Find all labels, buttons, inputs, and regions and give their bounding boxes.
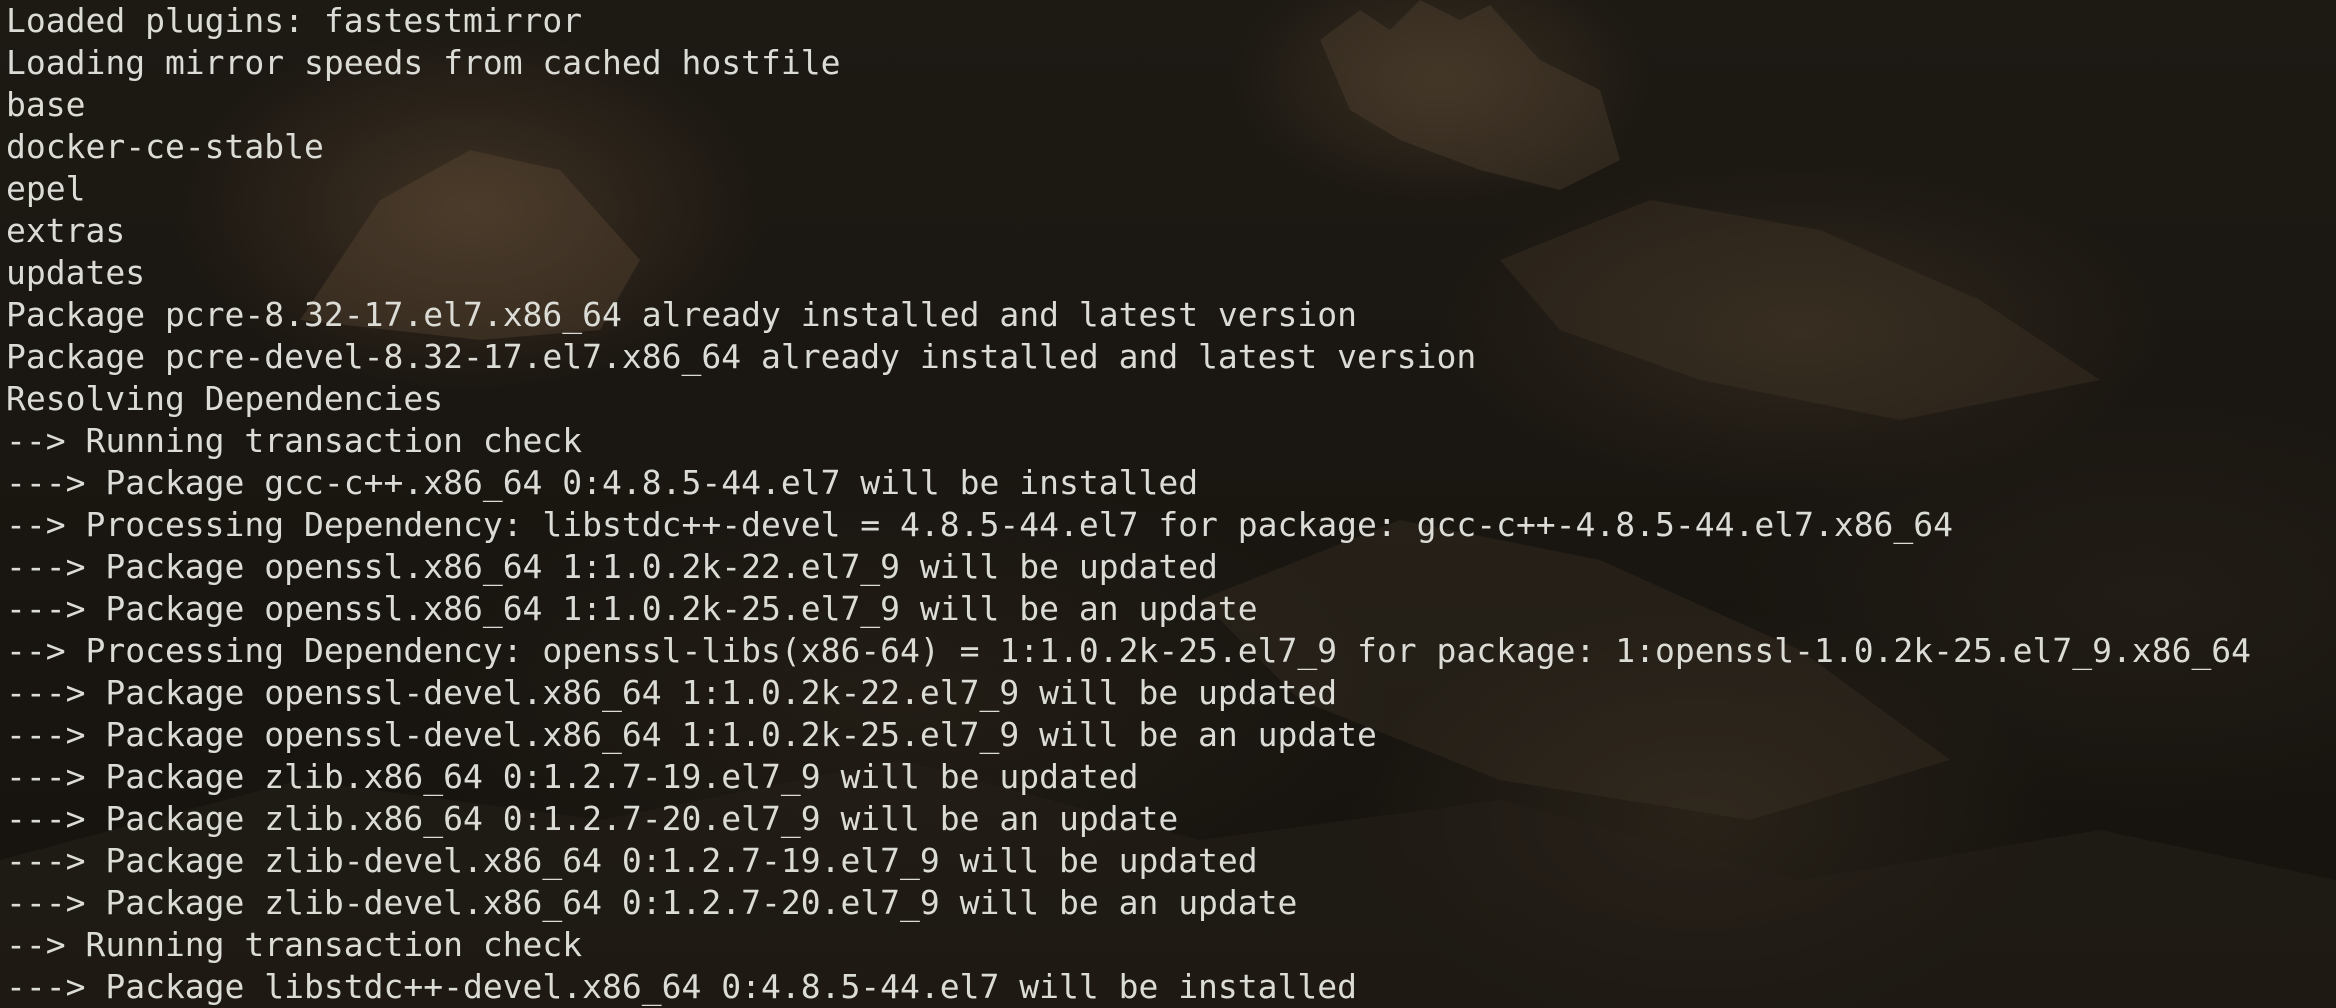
terminal-output: Loaded plugins: fastestmirror Loading mir…: [6, 0, 2251, 1008]
terminal-line: ---> Package openssl.x86_64 1:1.0.2k-22.…: [6, 547, 1218, 586]
terminal-line: ---> Package zlib-devel.x86_64 0:1.2.7-2…: [6, 883, 1298, 922]
terminal-line: ---> Package zlib.x86_64 0:1.2.7-20.el7_…: [6, 799, 1179, 838]
terminal-window[interactable]: Loaded plugins: fastestmirror Loading mir…: [0, 0, 2336, 1008]
terminal-line: base: [6, 85, 86, 124]
terminal-line: ---> Package zlib.x86_64 0:1.2.7-19.el7_…: [6, 757, 1139, 796]
terminal-line: epel: [6, 169, 86, 208]
terminal-line: --> Processing Dependency: libstdc++-dev…: [6, 505, 1954, 544]
terminal-line: --> Running transaction check: [6, 925, 583, 964]
terminal-line: Loading mirror speeds from cached hostfi…: [6, 43, 841, 82]
terminal-line: ---> Package zlib-devel.x86_64 0:1.2.7-1…: [6, 841, 1258, 880]
terminal-line: ---> Package openssl-devel.x86_64 1:1.0.…: [6, 715, 1377, 754]
terminal-line: extras: [6, 211, 126, 250]
terminal-line: Resolving Dependencies: [6, 379, 444, 418]
terminal-line: ---> Package openssl-devel.x86_64 1:1.0.…: [6, 673, 1338, 712]
terminal-line: Loaded plugins: fastestmirror: [6, 1, 583, 40]
terminal-line: Package pcre-8.32-17.el7.x86_64 already …: [6, 295, 1358, 334]
terminal-line: ---> Package libstdc++-devel.x86_64 0:4.…: [6, 967, 1358, 1006]
terminal-line: ---> Package gcc-c++.x86_64 0:4.8.5-44.e…: [6, 463, 1199, 502]
terminal-line: Package pcre-devel-8.32-17.el7.x86_64 al…: [6, 337, 1477, 376]
terminal-line: --> Running transaction check: [6, 421, 583, 460]
terminal-line: --> Processing Dependency: openssl-libs(…: [6, 631, 2252, 670]
terminal-line: updates: [6, 253, 146, 292]
terminal-line: docker-ce-stable: [6, 127, 324, 166]
terminal-line: ---> Package openssl.x86_64 1:1.0.2k-25.…: [6, 589, 1258, 628]
